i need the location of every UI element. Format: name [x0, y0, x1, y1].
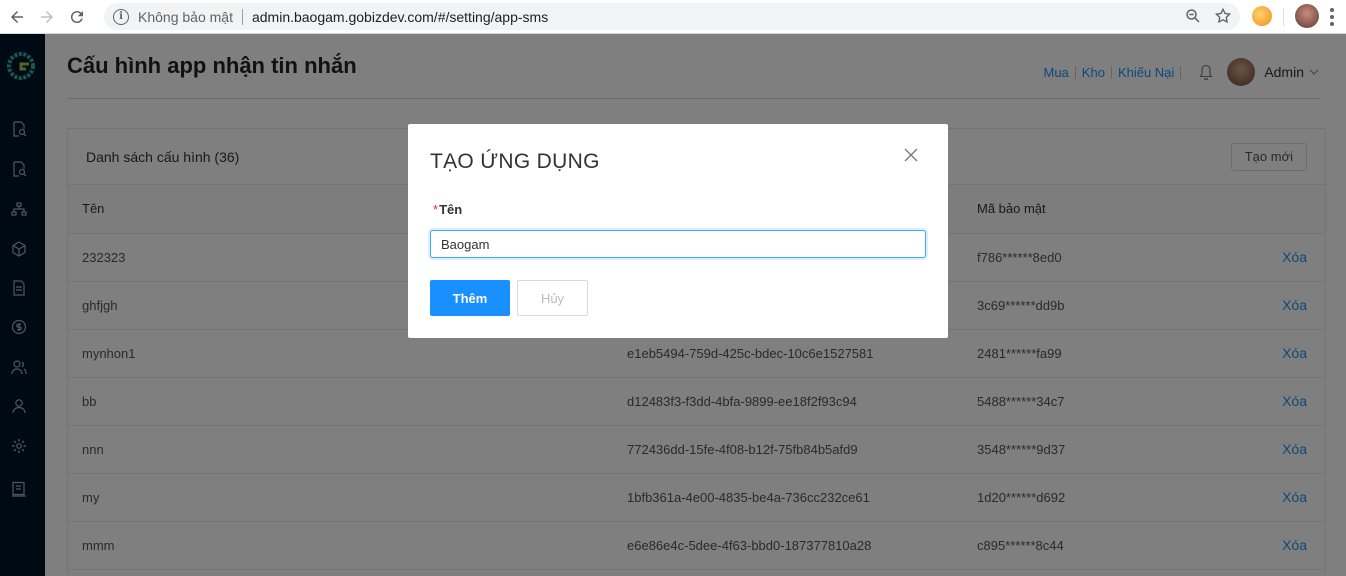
toolbar-divider	[1283, 8, 1284, 26]
close-icon[interactable]	[904, 148, 924, 168]
security-status: Không bảo mật	[138, 8, 233, 25]
create-app-dialog: TẠO ỨNG DỤNG *Tên Thêm Hủy	[408, 124, 948, 338]
browser-menu-icon[interactable]	[1330, 8, 1334, 26]
submit-button[interactable]: Thêm	[430, 280, 510, 316]
reload-icon[interactable]	[64, 4, 90, 30]
profile-avatar-icon[interactable]	[1295, 4, 1319, 28]
bookmark-star-icon[interactable]	[1214, 7, 1232, 28]
cancel-button[interactable]: Hủy	[517, 280, 588, 316]
dialog-title: TẠO ỨNG DỤNG	[430, 150, 600, 173]
name-field-label: *Tên	[433, 202, 462, 217]
forward-arrow-icon[interactable]	[34, 4, 60, 30]
zoom-icon[interactable]	[1184, 7, 1202, 28]
address-bar[interactable]: i Không bảo mật admin.baogam.gobizdev.co…	[104, 3, 1240, 30]
info-icon[interactable]: i	[113, 8, 129, 25]
required-mark: *	[433, 202, 439, 217]
url-divider	[241, 8, 243, 25]
back-arrow-icon[interactable]	[4, 4, 30, 30]
app-name-input[interactable]	[430, 230, 926, 258]
extension-icon[interactable]	[1252, 6, 1272, 26]
url-text: admin.baogam.gobizdev.com/#/setting/app-…	[251, 8, 549, 25]
name-label-text: Tên	[439, 202, 463, 217]
browser-toolbar: i Không bảo mật admin.baogam.gobizdev.co…	[0, 0, 1346, 34]
